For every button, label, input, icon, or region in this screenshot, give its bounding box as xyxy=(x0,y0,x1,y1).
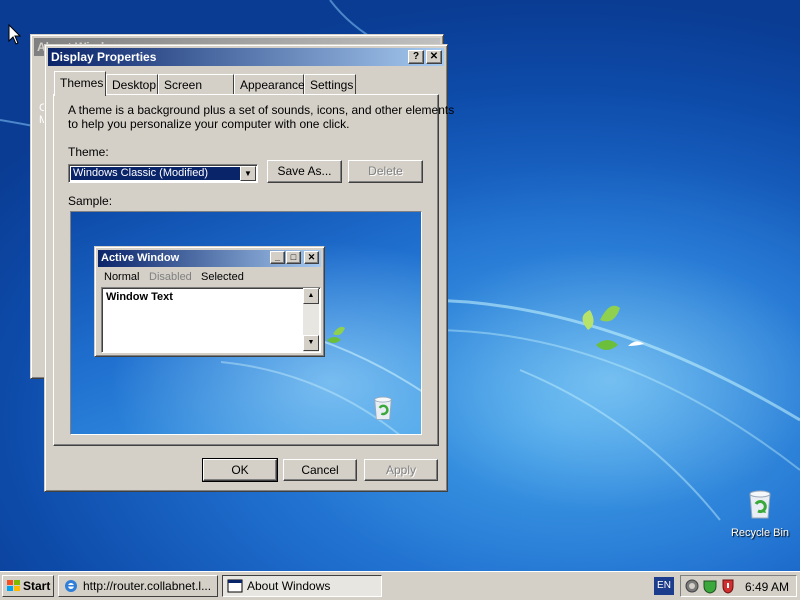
mouse-cursor-icon xyxy=(8,24,22,45)
close-icon: ✕ xyxy=(304,251,319,264)
sample-window-titlebar: Active Window _ □ ✕ xyxy=(98,250,321,267)
save-as-button[interactable]: Save As... xyxy=(267,160,342,183)
recycle-bin-desktop-icon[interactable]: Recycle Bin xyxy=(728,486,792,539)
system-tray: 6:49 AM xyxy=(680,575,797,597)
tab-screen-saver[interactable]: Screen Saver xyxy=(158,74,234,106)
ie-icon xyxy=(65,580,77,592)
sample-recycle-bin-icon xyxy=(374,396,392,420)
minimize-icon: _ xyxy=(270,251,285,264)
tab-appearance[interactable]: Appearance xyxy=(234,74,305,95)
theme-description-line2: to help you personalize your computer wi… xyxy=(68,117,350,131)
sample-menu-normal: Normal xyxy=(104,271,140,283)
chevron-down-icon[interactable]: ▼ xyxy=(240,166,256,181)
dialog-titlebar[interactable]: Display Properties ? ✕ xyxy=(48,48,444,66)
delete-button[interactable]: Delete xyxy=(348,160,423,183)
theme-select-value: Windows Classic (Modified) xyxy=(71,167,241,180)
cancel-button[interactable]: Cancel xyxy=(283,459,357,481)
taskbar: Start http://router.collabnet.l... About… xyxy=(0,571,800,600)
apply-button[interactable]: Apply xyxy=(364,459,438,481)
taskbar-item-browser-label: http://router.collabnet.l... xyxy=(83,579,212,593)
maximize-icon: □ xyxy=(286,251,301,264)
sample-active-window: Active Window _ □ ✕ Normal Disabled Sele… xyxy=(94,246,325,357)
recycle-bin-icon xyxy=(749,490,771,519)
taskbar-item-about-windows-label: About Windows xyxy=(247,579,331,593)
clock[interactable]: 6:49 AM xyxy=(745,580,789,594)
tab-desktop[interactable]: Desktop xyxy=(106,74,158,95)
theme-label: Theme: xyxy=(68,145,109,159)
theme-description-line1: A theme is a background plus a set of so… xyxy=(68,103,455,117)
recycle-bin-label: Recycle Bin xyxy=(730,527,790,539)
security-alert-icon[interactable] xyxy=(720,578,736,594)
sample-window-text: Window Text xyxy=(106,291,173,303)
help-button[interactable]: ? xyxy=(408,50,424,64)
window-icon xyxy=(227,579,243,593)
sample-menu-selected: Selected xyxy=(201,271,244,283)
start-label: Start xyxy=(23,579,51,593)
dialog-title: Display Properties xyxy=(51,50,157,64)
tab-themes[interactable]: Themes xyxy=(54,71,106,96)
sample-window-title: Active Window xyxy=(101,252,180,264)
theme-select[interactable]: Windows Classic (Modified) ▼ xyxy=(68,164,258,183)
sample-label: Sample: xyxy=(68,194,113,208)
taskbar-item-about-windows[interactable]: About Windows xyxy=(222,575,382,597)
close-button[interactable]: ✕ xyxy=(426,50,442,64)
scroll-down-icon: ▼ xyxy=(303,335,319,351)
scroll-up-icon: ▲ xyxy=(303,288,319,304)
sample-window-text-area: Window Text ▲ ▼ xyxy=(101,287,321,353)
windows-logo-icon xyxy=(7,580,20,591)
ok-button[interactable]: OK xyxy=(202,458,278,482)
tab-settings[interactable]: Settings xyxy=(304,74,356,95)
network-icon[interactable] xyxy=(684,578,700,594)
sample-menu-disabled: Disabled xyxy=(149,271,192,283)
shield-icon[interactable] xyxy=(702,578,718,594)
language-indicator[interactable]: EN xyxy=(654,577,674,595)
start-button[interactable]: Start xyxy=(2,575,54,597)
taskbar-item-browser[interactable]: http://router.collabnet.l... xyxy=(58,575,218,597)
